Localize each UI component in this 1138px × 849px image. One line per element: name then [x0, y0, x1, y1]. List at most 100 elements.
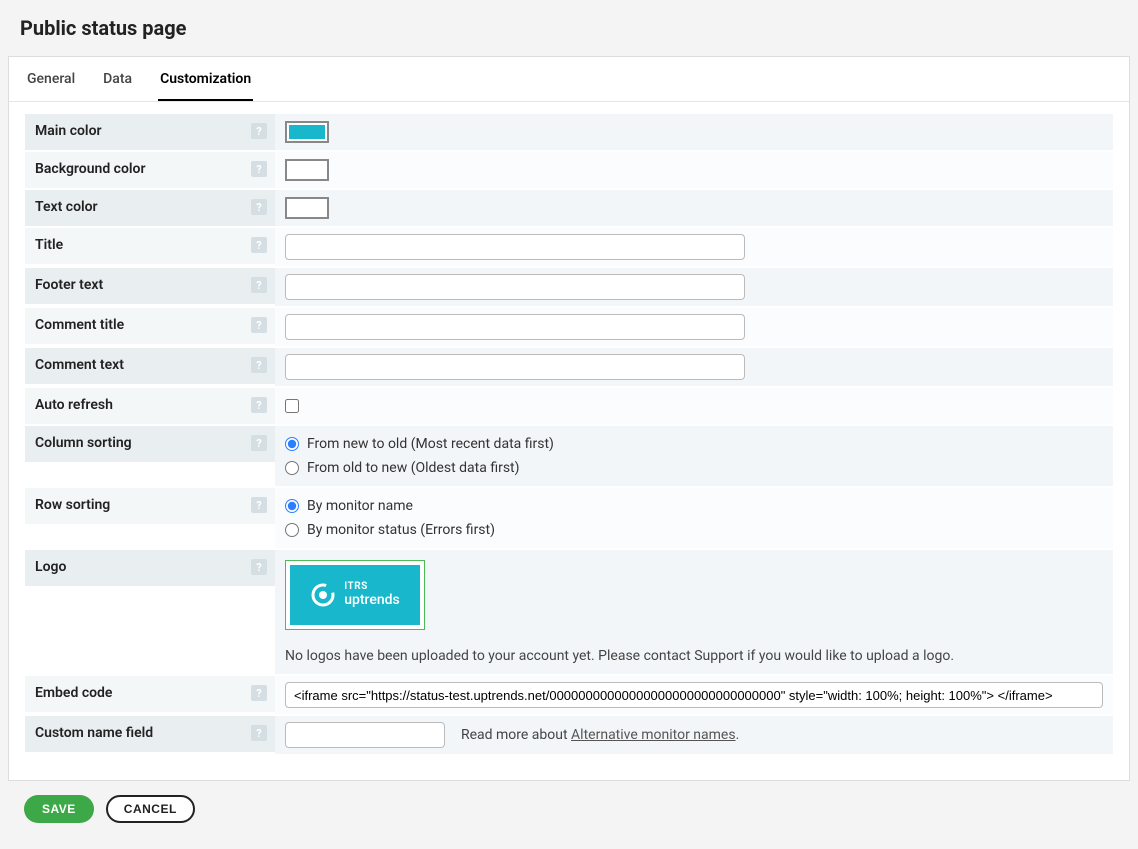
row-column-sorting: Column sorting ? From new to old (Most r… — [25, 426, 1113, 486]
value-row-sorting: By monitor name By monitor status (Error… — [275, 488, 1113, 548]
value-main-color — [275, 114, 1113, 150]
radio-old-to-new[interactable] — [285, 461, 299, 475]
label-text: Row sorting — [35, 497, 110, 513]
help-icon[interactable]: ? — [251, 123, 267, 139]
label-text: Comment text — [35, 357, 124, 373]
tab-customization[interactable]: Customization — [158, 57, 253, 101]
value-column-sorting: From new to old (Most recent data first)… — [275, 426, 1113, 486]
label-text: Custom name field — [35, 725, 153, 741]
cancel-button[interactable]: CANCEL — [106, 795, 195, 823]
row-custom-name: Custom name field ? Read more about Alte… — [25, 716, 1113, 754]
tabs: General Data Customization — [9, 57, 1129, 102]
logo-image: ITRS uptrends — [290, 565, 420, 625]
label-background-color: Background color ? — [25, 152, 275, 188]
label-text: Column sorting — [35, 435, 132, 451]
label-title: Title ? — [25, 228, 275, 264]
label-custom-name: Custom name field ? — [25, 716, 275, 752]
label-column-sorting: Column sorting ? — [25, 426, 275, 462]
custom-name-input[interactable] — [285, 722, 445, 748]
help-icon[interactable]: ? — [251, 685, 267, 701]
row-embed-code: Embed code ? — [25, 676, 1113, 714]
help-icon[interactable]: ? — [251, 559, 267, 575]
text-color-swatch — [289, 201, 325, 215]
label-text: Comment title — [35, 317, 124, 333]
note-prefix: Read more about — [461, 727, 571, 743]
help-icon[interactable]: ? — [251, 725, 267, 741]
tab-data[interactable]: Data — [101, 57, 134, 101]
logo-text: ITRS uptrends — [344, 582, 400, 607]
value-comment-title — [275, 308, 1113, 346]
value-embed-code — [275, 676, 1113, 714]
column-sort-old-to-new[interactable]: From old to new (Oldest data first) — [285, 460, 520, 476]
value-comment-text — [275, 348, 1113, 386]
help-icon[interactable]: ? — [251, 199, 267, 215]
radio-new-to-old[interactable] — [285, 437, 299, 451]
auto-refresh-checkbox[interactable] — [285, 399, 299, 413]
value-logo: ITRS uptrends No logos have been uploade… — [275, 550, 1113, 674]
column-sort-new-to-old[interactable]: From new to old (Most recent data first) — [285, 436, 554, 452]
value-custom-name: Read more about Alternative monitor name… — [275, 716, 1113, 754]
logo-mark-icon — [310, 582, 336, 608]
help-icon[interactable]: ? — [251, 435, 267, 451]
embed-code-input[interactable] — [285, 682, 1103, 708]
row-sort-by-status[interactable]: By monitor status (Errors first) — [285, 522, 495, 538]
label-comment-text: Comment text ? — [25, 348, 275, 384]
help-icon[interactable]: ? — [251, 237, 267, 253]
help-icon[interactable]: ? — [251, 161, 267, 177]
help-icon[interactable]: ? — [251, 357, 267, 373]
logo-preview[interactable]: ITRS uptrends — [285, 560, 425, 630]
help-icon[interactable]: ? — [251, 497, 267, 513]
label-main-color: Main color ? — [25, 114, 275, 150]
text-color-picker[interactable] — [285, 197, 329, 219]
comment-title-input[interactable] — [285, 314, 745, 340]
row-comment-title: Comment title ? — [25, 308, 1113, 346]
label-text: Logo — [35, 559, 66, 575]
row-sort-by-name[interactable]: By monitor name — [285, 498, 413, 514]
radio-label: By monitor name — [307, 498, 413, 514]
label-text: Title — [35, 237, 63, 253]
logo-text-bottom: uptrends — [344, 593, 400, 608]
tab-general[interactable]: General — [25, 57, 77, 101]
background-color-swatch — [289, 163, 325, 177]
row-text-color: Text color ? — [25, 190, 1113, 226]
row-main-color: Main color ? — [25, 114, 1113, 150]
footer-text-input[interactable] — [285, 274, 745, 300]
value-background-color — [275, 152, 1113, 188]
label-auto-refresh: Auto refresh ? — [25, 388, 275, 424]
note-suffix: . — [736, 727, 740, 743]
radio-by-name[interactable] — [285, 499, 299, 513]
alternative-names-link[interactable]: Alternative monitor names — [571, 727, 736, 743]
logo-hint: No logos have been uploaded to your acco… — [285, 648, 954, 664]
comment-text-input[interactable] — [285, 354, 745, 380]
page-title: Public status page — [8, 8, 1130, 56]
label-comment-title: Comment title ? — [25, 308, 275, 344]
help-icon[interactable]: ? — [251, 317, 267, 333]
form-area: Main color ? Background color ? — [9, 102, 1129, 780]
help-icon[interactable]: ? — [251, 277, 267, 293]
main-color-swatch — [289, 125, 325, 139]
radio-by-status[interactable] — [285, 523, 299, 537]
value-text-color — [275, 190, 1113, 226]
label-text: Background color — [35, 161, 146, 177]
row-row-sorting: Row sorting ? By monitor name By monitor… — [25, 488, 1113, 548]
row-auto-refresh: Auto refresh ? — [25, 388, 1113, 424]
title-input[interactable] — [285, 234, 745, 260]
row-title: Title ? — [25, 228, 1113, 266]
label-footer-text: Footer text ? — [25, 268, 275, 304]
radio-label: From old to new (Oldest data first) — [307, 460, 520, 476]
label-text-color: Text color ? — [25, 190, 275, 226]
row-background-color: Background color ? — [25, 152, 1113, 188]
save-button[interactable]: SAVE — [24, 795, 94, 823]
footer-buttons: SAVE CANCEL — [8, 781, 1130, 841]
radio-label: From new to old (Most recent data first) — [307, 436, 554, 452]
background-color-picker[interactable] — [285, 159, 329, 181]
label-text: Embed code — [35, 685, 112, 701]
help-icon[interactable]: ? — [251, 397, 267, 413]
row-comment-text: Comment text ? — [25, 348, 1113, 386]
label-logo: Logo ? — [25, 550, 275, 586]
row-footer-text: Footer text ? — [25, 268, 1113, 306]
label-text: Text color — [35, 199, 98, 215]
value-title — [275, 228, 1113, 266]
main-color-picker[interactable] — [285, 121, 329, 143]
radio-label: By monitor status (Errors first) — [307, 522, 495, 538]
